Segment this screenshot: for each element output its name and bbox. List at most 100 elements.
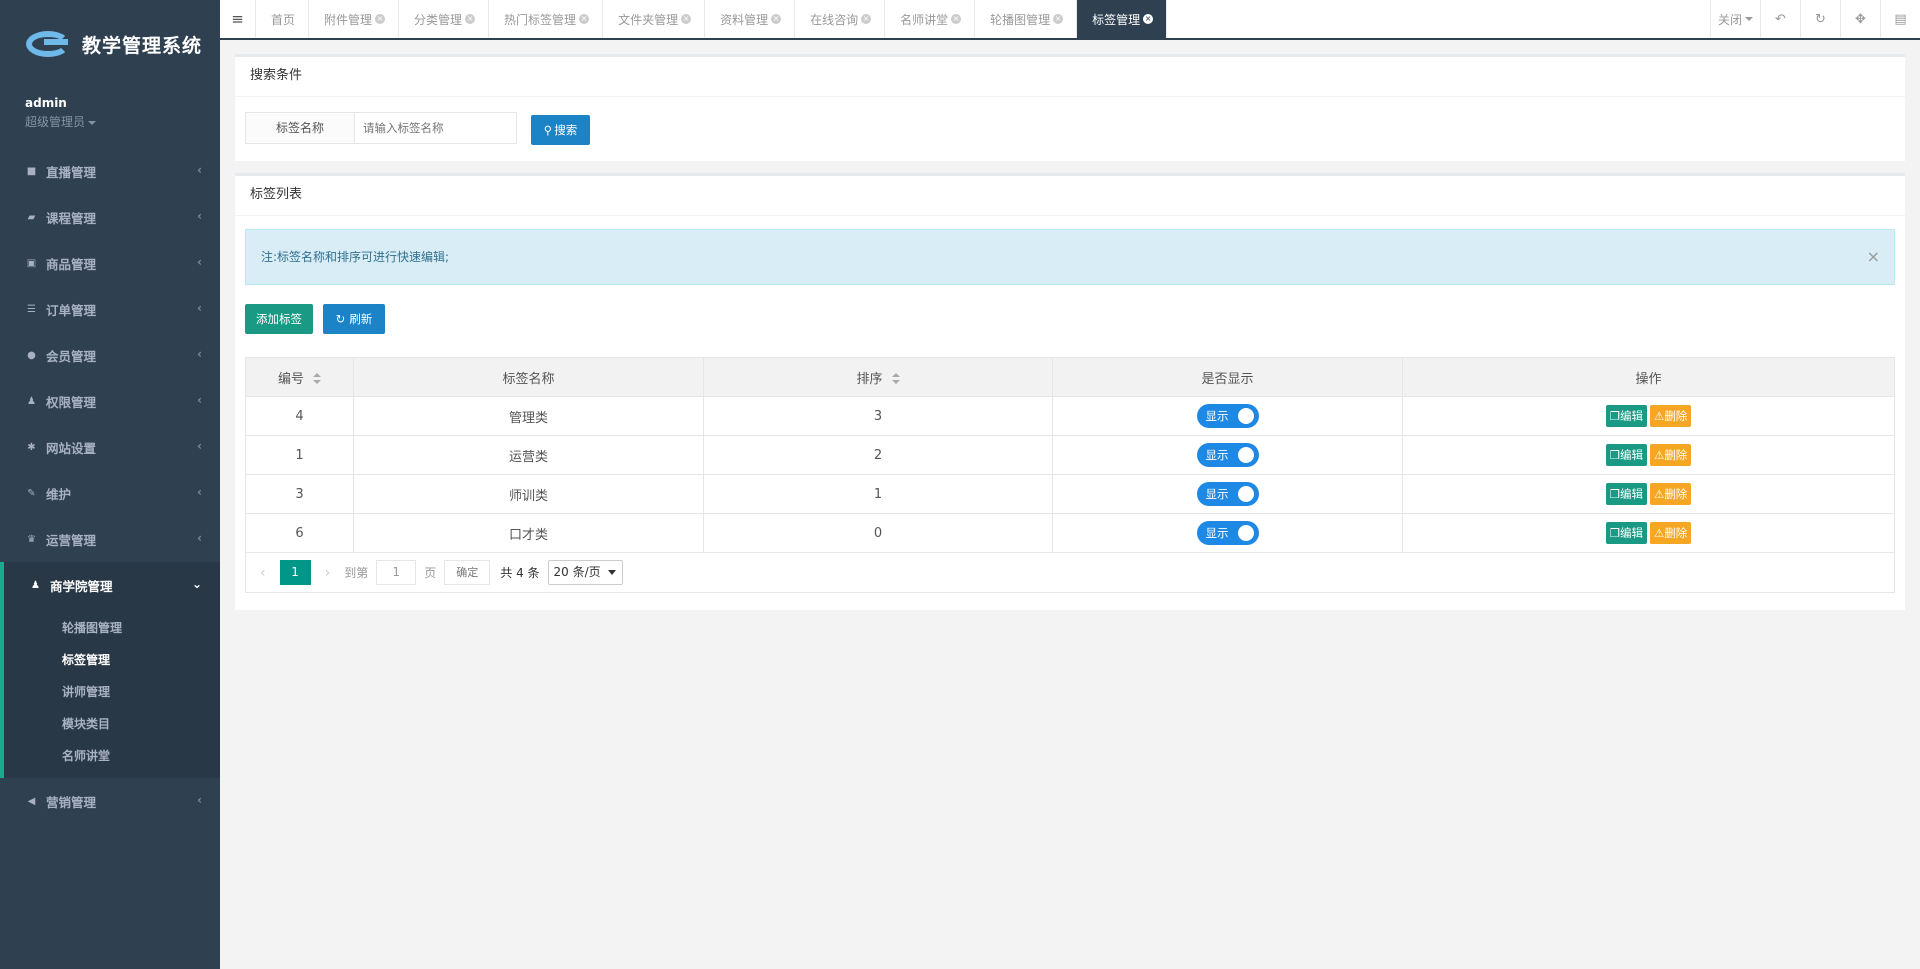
visible-toggle[interactable]: 显示 [1196,404,1259,428]
delete-button[interactable]: ⚠删除 [1650,483,1692,505]
tab-attachment[interactable]: 附件管理 × [309,0,400,38]
cell-sort[interactable]: 1 [703,474,1053,514]
close-icon[interactable]: × [579,14,590,24]
sidebar-item-label: 维护 [46,486,72,502]
sidebar-item-maintain[interactable]: ✎ 维护 ‹ [0,470,220,516]
back-icon[interactable]: ↶ [1760,0,1800,38]
sidebar-item-goods[interactable]: ▣ 商品管理 ‹ [0,240,220,286]
chevron-left-icon: ‹ [197,255,202,269]
sidebar-item-operation[interactable]: ♛ 运营管理 ‹ [0,516,220,562]
page-size-select[interactable]: 20 条/页 [547,560,623,585]
cell-sort[interactable]: 2 [703,435,1053,475]
submenu-item-module[interactable]: 模块类目 [4,708,220,740]
menu-toggle-icon[interactable]: ≡ [220,0,256,38]
tab-category[interactable]: 分类管理 × [399,0,490,38]
prev-page-icon[interactable]: ‹ [260,565,266,581]
cell-tag-name[interactable]: 管理类 [353,396,704,436]
delete-button[interactable]: ⚠删除 [1650,522,1692,544]
sidebar-item-member[interactable]: ● 会员管理 ‹ [0,332,220,378]
submenu-item-tags[interactable]: 标签管理 [4,644,220,676]
settings-panel-icon[interactable]: ▤ [1880,0,1920,38]
sort-icon[interactable] [891,373,900,385]
tab-famous-teacher[interactable]: 名师讲堂 × [885,0,976,38]
delete-button[interactable]: ⚠删除 [1650,444,1692,466]
fullscreen-icon[interactable]: ✥ [1840,0,1880,38]
cell-sort[interactable]: 3 [703,396,1053,436]
cell-sort[interactable]: 0 [703,513,1053,553]
close-menu-button[interactable]: 关闭 [1710,0,1760,38]
close-icon[interactable]: × [861,14,872,24]
visible-toggle[interactable]: 显示 [1196,443,1259,467]
tab-tags[interactable]: 标签管理 × [1077,0,1168,38]
chevron-left-icon: ‹ [197,209,202,223]
submenu-item-famous-teacher[interactable]: 名师讲堂 [4,740,220,772]
tab-label: 文件夹管理 [618,12,679,27]
chevron-left-icon: ‹ [197,485,202,499]
chevron-left-icon: ‹ [197,439,202,453]
role-dropdown[interactable]: 超级管理员 [25,113,195,130]
app-name: 教学管理系统 [82,34,203,57]
sidebar-item-business-school[interactable]: ♟ 商学院管理 ⌄ [0,562,220,608]
current-page[interactable]: 1 [279,560,311,585]
edit-button[interactable]: ❐编辑 [1605,444,1647,466]
close-icon[interactable]: × [1053,14,1064,24]
close-icon[interactable]: × [1143,14,1154,24]
role-label: 超级管理员 [25,115,86,129]
visible-toggle[interactable]: 显示 [1196,482,1259,506]
sidebar-item-permission[interactable]: ♟ 权限管理 ‹ [0,378,220,424]
cell-id: 3 [245,474,354,514]
edit-button[interactable]: ❐编辑 [1605,522,1647,544]
tab-folder[interactable]: 文件夹管理 × [603,0,706,38]
cell-tag-name[interactable]: 运营类 [353,435,704,475]
caret-down-icon [1745,17,1753,21]
sidebar-item-label: 订单管理 [46,302,97,318]
goto-confirm-button[interactable]: 确定 [444,560,491,585]
tab-hot-tags[interactable]: 热门标签管理 × [489,0,604,38]
refresh-button[interactable]: ↻ 刷新 [323,304,385,334]
tab-home[interactable]: 首页 [256,0,310,38]
submenu-item-lecturer[interactable]: 讲师管理 [4,676,220,708]
cell-tag-name[interactable]: 口才类 [353,513,704,553]
delete-button[interactable]: ⚠删除 [1650,405,1692,427]
close-icon[interactable]: × [681,14,692,24]
sort-icon[interactable] [313,373,321,385]
tab-banner[interactable]: 轮播图管理 × [975,0,1078,38]
users-icon: ♟ [31,579,40,591]
refresh-icon[interactable]: ↻ [1800,0,1840,38]
column-header-id[interactable]: 编号 [245,357,354,397]
sidebar-item-marketing[interactable]: ◀ 营销管理 ‹ [0,778,220,824]
cell-tag-name[interactable]: 师训类 [353,474,704,514]
tab-label: 标签管理 [1092,12,1141,27]
close-icon[interactable]: × [1867,230,1880,284]
tab-consult[interactable]: 在线咨询 × [795,0,886,38]
sidebar-item-settings[interactable]: ✱ 网站设置 ‹ [0,424,220,470]
sidebar-item-course[interactable]: ▰ 课程管理 ‹ [0,194,220,240]
visible-toggle[interactable]: 显示 [1196,521,1259,545]
chevron-down-icon [607,570,616,575]
cell-operations: ❐编辑 ⚠删除 [1402,396,1895,436]
user-profile: admin 超级管理员 [0,88,220,142]
close-icon[interactable]: × [951,14,962,24]
goto-label: 到第 [344,566,369,580]
pagination-row: ‹ 1 › 到第 1 页 确定 共 4 条 20 条/页 [245,552,1895,593]
edit-button[interactable]: ❐编辑 [1605,405,1647,427]
sidebar-item-live[interactable]: ■ 直播管理 ‹ [0,148,220,194]
submenu-item-banner[interactable]: 轮播图管理 [4,612,220,644]
tab-materials[interactable]: 资料管理 × [705,0,796,38]
close-icon[interactable]: × [771,14,782,24]
edit-button[interactable]: ❐编辑 [1605,483,1647,505]
close-icon[interactable]: × [465,14,476,24]
goto-page-input[interactable]: 1 [376,560,417,585]
close-icon[interactable]: × [375,14,386,24]
sidebar-item-order[interactable]: ☰ 订单管理 ‹ [0,286,220,332]
sidebar-item-label: 会员管理 [46,348,97,364]
next-page-icon[interactable]: › [325,565,331,581]
warning-icon: ⚠ [1654,487,1665,501]
search-button[interactable]: ⚲ 搜索 [531,115,590,145]
chevron-left-icon: ‹ [197,163,202,177]
tag-name-input[interactable] [355,112,517,144]
add-tag-button[interactable]: 添加标签 [245,304,313,334]
cell-visible: 显示 [1052,474,1403,514]
column-header-sort[interactable]: 排序 [703,357,1053,397]
search-panel-title: 搜索条件 [235,57,1905,97]
